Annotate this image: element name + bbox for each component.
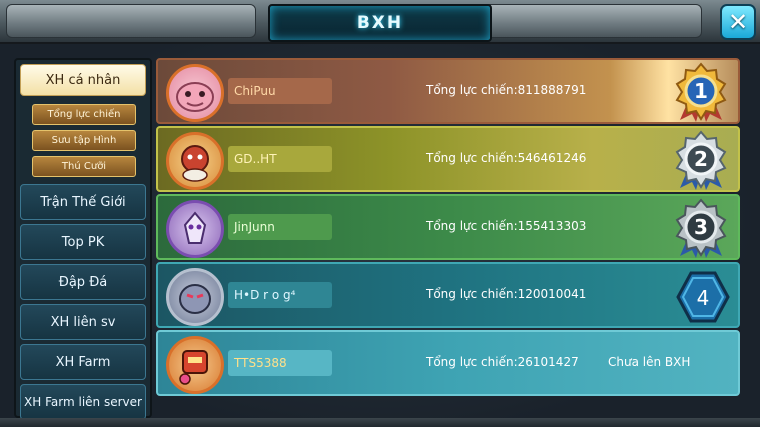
- avatar-fighter[interactable]: [166, 132, 224, 190]
- tab-dap-da[interactable]: Đập Đá: [20, 264, 146, 300]
- tab-xh-lien-sv[interactable]: XH liên sv: [20, 304, 146, 340]
- robot-pet-icon: [179, 350, 208, 385]
- player-name: GD..HT: [234, 152, 277, 166]
- player-name: ChiPuu: [234, 84, 276, 98]
- player-name: TTS5388: [234, 356, 287, 370]
- player-name-box: GD..HT: [228, 146, 332, 172]
- player-name-box: H•D r o g⁴: [228, 282, 332, 308]
- rank-number: 1: [694, 79, 708, 103]
- rank-row-self[interactable]: TTS5388 Tổng lực chiến:26101427 Chưa lên…: [156, 330, 740, 396]
- player-name-box: ChiPuu: [228, 78, 332, 104]
- power-value: Tổng lực chiến:26101427: [426, 355, 579, 369]
- avatar-psychic[interactable]: [166, 200, 224, 258]
- player-name-box: TTS5388: [228, 350, 332, 376]
- power-value: Tổng lực chiến:546461246: [426, 151, 587, 165]
- tab-tran-the-gioi[interactable]: Trận Thế Giới: [20, 184, 146, 220]
- sub-tab-tong-luc-chien[interactable]: Tổng lực chiến: [32, 104, 136, 125]
- power-value: Tổng lực chiến:120010041: [426, 287, 587, 301]
- psychic-pet-icon: [183, 211, 207, 244]
- power-value: Tổng lực chiến:155413303: [426, 219, 587, 233]
- player-name: JinJunn: [234, 220, 275, 234]
- tab-xh-ca-nhan[interactable]: XH cá nhân: [20, 64, 146, 96]
- rank-number: 2: [694, 147, 708, 171]
- top-bar: BXH ✕: [0, 0, 760, 44]
- not-ranked-label: Chưa lên BXH: [608, 355, 691, 369]
- avatar-robot[interactable]: [166, 336, 224, 394]
- rank-row-1[interactable]: ChiPuu Tổng lực chiến:811888791 1: [156, 58, 740, 124]
- rank-hexagon-icon: 4: [676, 271, 730, 323]
- rank-number: 3: [694, 215, 708, 239]
- player-name-box: JinJunn: [228, 214, 332, 240]
- gold-medal-icon: 1: [675, 62, 727, 122]
- rank-number: 4: [697, 286, 710, 310]
- ghost-pet-icon: [179, 284, 211, 314]
- tab-xh-farm[interactable]: XH Farm: [20, 344, 146, 380]
- ranking-window: BXH ✕ XH cá nhân Tổng lực chiến Sưu tập …: [0, 0, 760, 427]
- player-name: H•D r o g⁴: [234, 288, 296, 302]
- rank-row-3[interactable]: JinJunn Tổng lực chiến:155413303 3: [156, 194, 740, 260]
- power-value: Tổng lực chiến:811888791: [426, 83, 587, 97]
- tab-xh-farm-lien-server[interactable]: XH Farm liên server: [20, 384, 146, 420]
- tab-top-pk[interactable]: Top PK: [20, 224, 146, 260]
- sidebar: XH cá nhân Tổng lực chiến Sưu tập Hình T…: [14, 58, 152, 420]
- close-icon: ✕: [727, 8, 749, 36]
- avatar-pink-monster[interactable]: [166, 64, 224, 122]
- bottom-frame: [0, 418, 760, 427]
- sub-tab-thu-cuoi[interactable]: Thú Cưỡi: [32, 156, 136, 177]
- close-button[interactable]: ✕: [720, 4, 756, 40]
- silver-medal-icon: 2: [675, 130, 727, 190]
- rank-row-4[interactable]: H•D r o g⁴ Tổng lực chiến:120010041 4: [156, 262, 740, 328]
- sub-tab-suu-tap-hinh[interactable]: Sưu tập Hình: [32, 130, 136, 151]
- bronze-medal-icon: 3: [675, 198, 727, 258]
- window-title: BXH: [356, 13, 404, 33]
- fighter-pet-icon: [181, 145, 209, 182]
- avatar-ghost[interactable]: [166, 268, 224, 326]
- pink-monster-icon: [176, 82, 214, 112]
- title-box: BXH: [268, 4, 492, 42]
- top-plate-left: [6, 4, 256, 38]
- rank-row-2[interactable]: GD..HT Tổng lực chiến:546461246 2: [156, 126, 740, 192]
